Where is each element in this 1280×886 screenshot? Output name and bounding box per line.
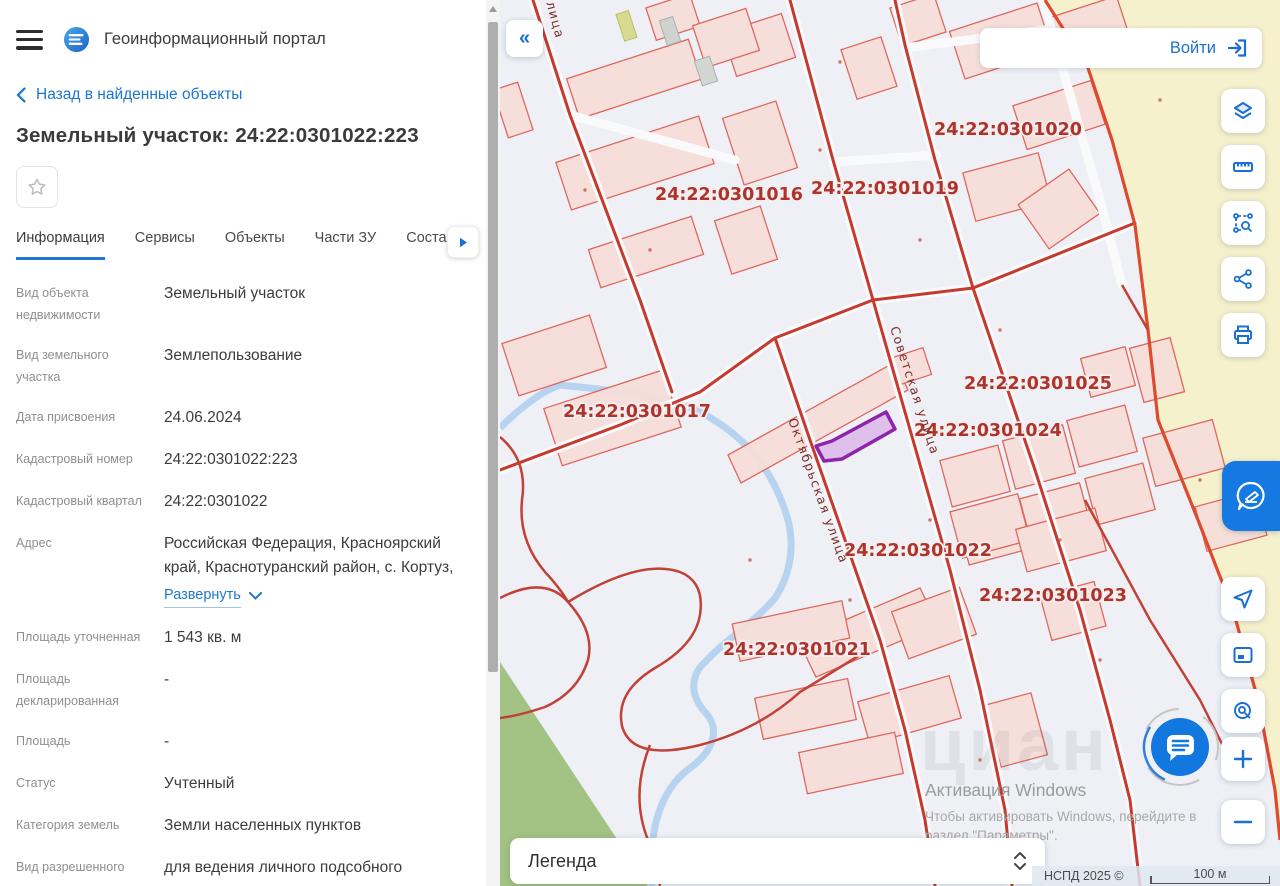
area-search-icon — [1234, 702, 1251, 719]
my-location-button[interactable] — [1221, 577, 1265, 621]
plus-icon — [1233, 749, 1253, 769]
info-row: Вид земельного участка Землепользование — [16, 347, 303, 384]
layers-button[interactable] — [1221, 89, 1265, 133]
scale-bar: 100 м — [1148, 866, 1272, 886]
chat-document-icon — [1236, 481, 1265, 511]
tabs-scroll-right-button[interactable] — [447, 226, 479, 258]
info-row: Кадастровый номер 24:22:0301022:223 — [16, 451, 298, 468]
page-title: Земельный участок: 24:22:0301022:223 — [16, 124, 419, 147]
info-row: Площадь декларированная - — [16, 671, 170, 708]
zoom-in-button[interactable] — [1221, 737, 1265, 781]
object-search-icon — [1233, 213, 1253, 233]
search-area-button[interactable] — [1221, 689, 1265, 733]
address-value: Российская Федерация, Красноярский край,… — [164, 535, 454, 576]
svg-text:24:22:0301016: 24:22:0301016 — [655, 185, 803, 205]
svg-text:24:22:0301020: 24:22:0301020 — [934, 120, 1082, 140]
share-button[interactable] — [1221, 257, 1265, 301]
tab-bar: Информация Сервисы Объекты Части ЗУ Сост… — [16, 230, 486, 260]
info-row: Площадь - — [16, 733, 170, 750]
cian-consultant-button[interactable] — [1140, 707, 1220, 787]
legend-bar[interactable]: Легенда — [510, 838, 1045, 884]
object-info-panel: Геоинформационный портал Назад в найденн… — [0, 0, 486, 886]
info-row: Статус Учтенный — [16, 775, 235, 792]
layers-icon — [1234, 102, 1252, 119]
zoom-out-button[interactable] — [1221, 800, 1265, 844]
geo-portal-app: { "header": { "app_title": "Геоинформаци… — [0, 0, 1280, 886]
tab-parcel-parts[interactable]: Части ЗУ — [315, 230, 377, 260]
overview-map-button[interactable] — [1221, 633, 1265, 677]
map-viewport[interactable]: 24:22:0301020 24:22:0301016 24:22:030101… — [500, 0, 1280, 886]
info-row: Площадь уточненная 1 543 кв. м — [16, 629, 242, 646]
chevron-left-icon — [16, 87, 26, 103]
tab-services[interactable]: Сервисы — [135, 230, 195, 260]
attribution-text: НСПД 2025 © — [1044, 869, 1124, 883]
login-icon — [1227, 39, 1247, 57]
print-button[interactable] — [1221, 313, 1265, 357]
minus-icon — [1233, 820, 1253, 824]
tab-information[interactable]: Информация — [16, 230, 105, 260]
login-button[interactable]: Войти — [1170, 39, 1216, 58]
triangle-right-icon — [459, 237, 467, 247]
scrollbar-thumb[interactable] — [488, 22, 498, 672]
star-icon — [28, 178, 46, 195]
menu-icon[interactable] — [16, 29, 43, 50]
svg-text:24:22:0301019: 24:22:0301019 — [811, 179, 959, 199]
panel-header: Геоинформационный портал — [16, 26, 326, 53]
object-search-button[interactable] — [1221, 201, 1265, 245]
panel-scrollbar[interactable] — [486, 0, 500, 886]
tab-objects[interactable]: Объекты — [225, 230, 285, 260]
svg-text:24:22:0301022: 24:22:0301022 — [844, 541, 992, 561]
scale-label: 100 м — [1193, 867, 1227, 881]
info-row: Категория земель Земли населенных пунктов — [16, 817, 362, 834]
svg-text:24:22:0301025: 24:22:0301025 — [964, 374, 1112, 394]
chevron-down-icon — [248, 591, 262, 600]
collapse-panel-button[interactable]: « — [506, 20, 543, 57]
info-row: Вид разрешенного для ведения личного подс… — [16, 859, 403, 876]
ruler-icon — [1233, 162, 1253, 172]
svg-text:24:22:0301023: 24:22:0301023 — [979, 586, 1127, 606]
info-row: Вид объекта недвижимости Земельный участо… — [16, 285, 306, 322]
svg-text:24:22:0301017: 24:22:0301017 — [563, 402, 711, 422]
portal-logo-icon — [63, 26, 90, 53]
app-title: Геоинформационный портал — [104, 30, 326, 48]
feedback-chat-button[interactable] — [1222, 461, 1280, 531]
tab-composition[interactable]: Соста — [406, 230, 446, 260]
ruler-button[interactable] — [1221, 145, 1265, 189]
mini-map-icon — [1233, 647, 1253, 663]
navigate-arrow-icon — [1233, 589, 1253, 609]
share-icon — [1233, 269, 1252, 289]
legend-label: Легенда — [528, 850, 597, 871]
info-list: Вид объекта недвижимости Земельный участо… — [16, 282, 471, 886]
address-expand-link[interactable]: Развернуть — [164, 583, 262, 608]
svg-text:24:22:0301021: 24:22:0301021 — [723, 640, 871, 660]
info-row-address: Адрес Российская Федерация, Красноярский… — [16, 532, 471, 608]
info-row: Кадастровый квартал 24:22:0301022 — [16, 493, 268, 510]
cian-watermark: циан — [920, 703, 1109, 786]
favorite-button[interactable] — [16, 166, 58, 208]
login-bar[interactable]: Войти — [980, 28, 1262, 68]
back-link[interactable]: Назад в найденные объекты — [16, 86, 242, 104]
expand-collapse-icon[interactable] — [1013, 851, 1027, 871]
back-link-label: Назад в найденные объекты — [36, 86, 243, 103]
scrollbar-up-arrow[interactable] — [489, 6, 497, 12]
print-icon — [1234, 325, 1252, 344]
windows-activation-watermark: Активация Windows Чтобы активировать Win… — [925, 780, 1197, 843]
info-row: Дата присвоения 24.06.2024 — [16, 409, 242, 426]
